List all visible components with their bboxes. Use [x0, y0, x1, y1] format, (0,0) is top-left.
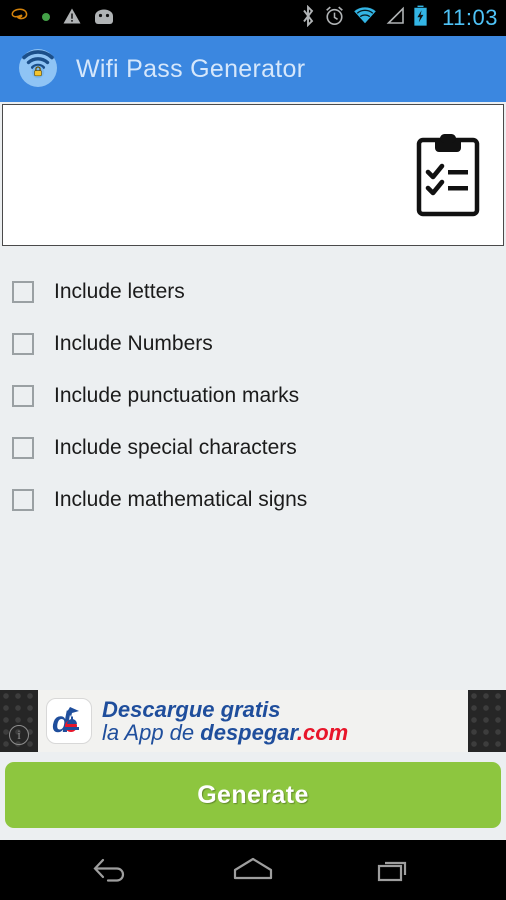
android-face-icon	[93, 7, 115, 30]
ad-right-edge	[468, 690, 506, 752]
ad-subline: la App de despegar.com	[102, 721, 348, 744]
wifi-lock-icon	[14, 43, 62, 96]
battery-charging-icon	[413, 5, 428, 32]
checkbox-include-special[interactable]: Include special characters	[0, 422, 506, 474]
warning-triangle-icon	[62, 6, 82, 31]
checkbox-include-punctuation[interactable]: Include punctuation marks	[0, 370, 506, 422]
checkbox-include-numbers[interactable]: Include Numbers	[0, 318, 506, 370]
checkbox-include-letters[interactable]: Include letters	[0, 266, 506, 318]
orange-swirl-icon	[10, 6, 30, 31]
checkbox-box[interactable]	[12, 489, 34, 511]
ad-brand-tld: .com	[296, 720, 349, 745]
checkbox-label: Include special characters	[54, 436, 297, 459]
clipboard-checklist-icon[interactable]	[415, 132, 481, 218]
ad-info-icon[interactable]: i	[9, 725, 29, 745]
ad-banner[interactable]: i d Descargue gratis la App de despegar.…	[0, 690, 506, 752]
status-bar-left-icons	[10, 6, 115, 31]
signal-icon	[385, 6, 405, 30]
ad-text: Descargue gratis la App de despegar.com	[102, 698, 348, 744]
checkbox-box[interactable]	[12, 333, 34, 355]
ad-left-edge: i	[0, 690, 38, 752]
checkbox-label: Include letters	[54, 280, 185, 303]
despegar-logo-icon: d	[46, 698, 92, 744]
app-title: Wifi Pass Generator	[76, 54, 306, 83]
nav-back-button[interactable]	[76, 847, 146, 893]
checkbox-label: Include Numbers	[54, 332, 213, 355]
alarm-clock-icon	[324, 5, 345, 31]
app-bar: Wifi Pass Generator	[0, 36, 506, 102]
status-bar: 11:03	[0, 0, 506, 36]
generate-button[interactable]: Generate	[5, 762, 501, 828]
ad-subline-light: la App de	[102, 720, 201, 745]
android-nav-bar	[0, 840, 506, 900]
generated-password-field[interactable]	[2, 104, 504, 246]
ad-brand: despegar	[200, 720, 297, 745]
bluetooth-icon	[300, 4, 316, 32]
checkbox-box[interactable]	[12, 437, 34, 459]
checkbox-box[interactable]	[12, 385, 34, 407]
nav-recents-button[interactable]	[360, 847, 430, 893]
checkbox-include-math[interactable]: Include mathematical signs	[0, 474, 506, 526]
wifi-icon	[353, 6, 377, 30]
nav-home-button[interactable]	[218, 847, 288, 893]
status-bar-clock: 11:03	[442, 5, 498, 30]
ad-content[interactable]: d Descargue gratis la App de despegar.co…	[38, 690, 468, 752]
checkbox-label: Include punctuation marks	[54, 384, 300, 407]
checkbox-box[interactable]	[12, 281, 34, 303]
green-dot-icon	[41, 9, 51, 27]
options-list: Include letters Include Numbers Include …	[0, 266, 506, 526]
checkbox-label: Include mathematical signs	[54, 488, 308, 511]
status-bar-right-icons: 11:03	[300, 4, 498, 32]
ad-headline: Descargue gratis	[102, 696, 281, 722]
